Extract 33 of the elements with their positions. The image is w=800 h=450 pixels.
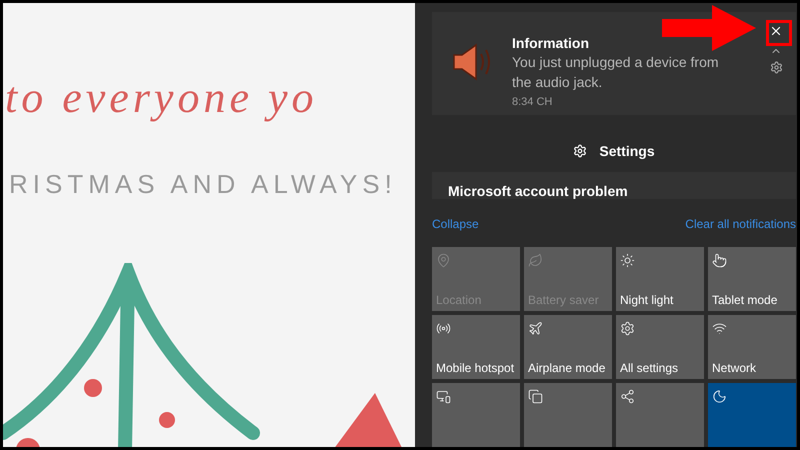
settings-icon[interactable] — [770, 61, 782, 74]
leaf-icon — [528, 253, 543, 268]
notification-time: 8:34 CH — [512, 95, 554, 110]
quick-action-tile[interactable] — [432, 383, 520, 447]
settings-button[interactable]: Settings — [573, 140, 655, 162]
quick-action-tile[interactable]: All settings — [616, 315, 704, 379]
screens-icon — [528, 389, 543, 404]
devices-icon — [436, 389, 451, 404]
card-caption: RISTMAS AND ALWAYS! — [9, 168, 398, 201]
highlight-frame — [766, 20, 792, 46]
quick-action-tile[interactable] — [524, 383, 612, 447]
quick-action-tile[interactable] — [708, 383, 796, 447]
collapse-link[interactable]: Collapse — [432, 215, 479, 233]
airplane-icon — [528, 321, 543, 336]
notification-message: You just unplugged a device from the audio jack. — [512, 53, 720, 92]
notification-title: Information — [512, 34, 590, 52]
sun-icon — [620, 253, 635, 268]
card-script-text: to everyone yo — [5, 73, 319, 123]
quick-action-tile[interactable] — [616, 383, 704, 447]
quick-action-tile[interactable]: Tablet mode — [708, 247, 796, 311]
quick-action-tile[interactable]: Night light — [616, 247, 704, 311]
quick-action-tile[interactable]: Airplane mode — [524, 315, 612, 379]
quick-action-tile[interactable]: Mobile hotspot — [432, 315, 520, 379]
location-pin-icon — [436, 253, 451, 268]
clear-all-link[interactable]: Clear all notifications — [685, 215, 796, 233]
gear-icon — [573, 144, 588, 158]
hotspot-icon — [436, 321, 451, 336]
settings-icon — [620, 321, 635, 336]
notification-title: Microsoft account problem — [448, 183, 628, 199]
tablet-touch-icon — [712, 253, 727, 268]
quick-action-tile[interactable]: Network — [708, 315, 796, 379]
moon-icon — [712, 389, 727, 404]
share-icon — [620, 389, 635, 404]
